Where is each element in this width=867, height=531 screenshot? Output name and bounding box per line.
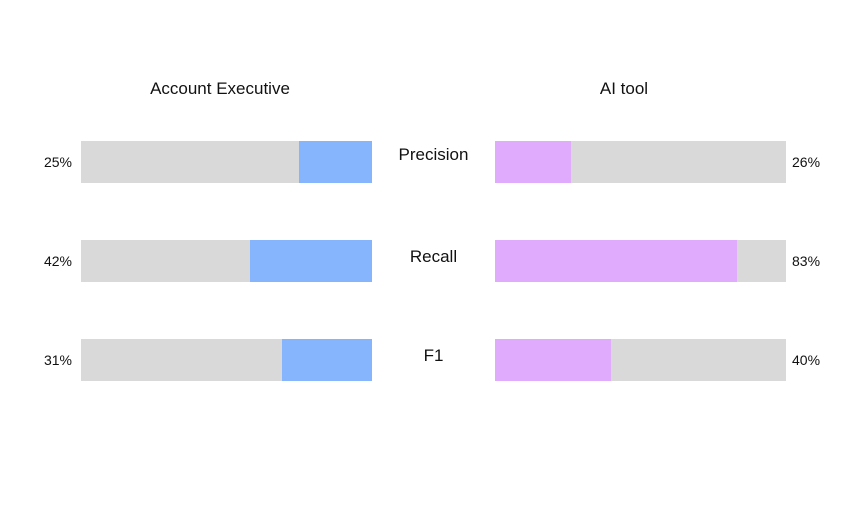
value-label-account-executive-f1: 31% xyxy=(43,352,72,368)
bar-track-account-executive-precision xyxy=(81,141,372,183)
metric-label-recall: Recall xyxy=(409,247,458,266)
value-label-ai-tool-precision: 26% xyxy=(792,154,821,170)
value-label-account-executive-precision: 25% xyxy=(43,154,72,170)
value-label-ai-tool-recall: 83% xyxy=(792,253,821,269)
bar-ai-tool-precision xyxy=(495,141,571,183)
bar-account-executive-recall xyxy=(249,240,372,282)
bar-ai-tool-recall xyxy=(495,240,737,282)
bar-track-account-executive-recall xyxy=(81,240,372,282)
bar-account-executive-f1 xyxy=(281,339,372,381)
value-label-account-executive-recall: 42% xyxy=(43,253,72,269)
value-label-ai-tool-f1: 40% xyxy=(792,352,821,368)
metric-label-precision: Precision xyxy=(398,145,469,164)
bar-track-ai-tool-recall xyxy=(495,240,786,282)
bar-track-ai-tool-precision xyxy=(495,141,786,183)
bar-track-ai-tool-f1 xyxy=(495,339,786,381)
panel-title-account-executive: Account Executive xyxy=(150,79,290,98)
panel-title-ai-tool: AI tool xyxy=(599,79,649,98)
bar-ai-tool-f1 xyxy=(495,339,612,381)
bar-account-executive-precision xyxy=(299,141,372,183)
bar-track-account-executive-f1 xyxy=(81,339,372,381)
metric-label-f1: F1 xyxy=(423,346,444,365)
